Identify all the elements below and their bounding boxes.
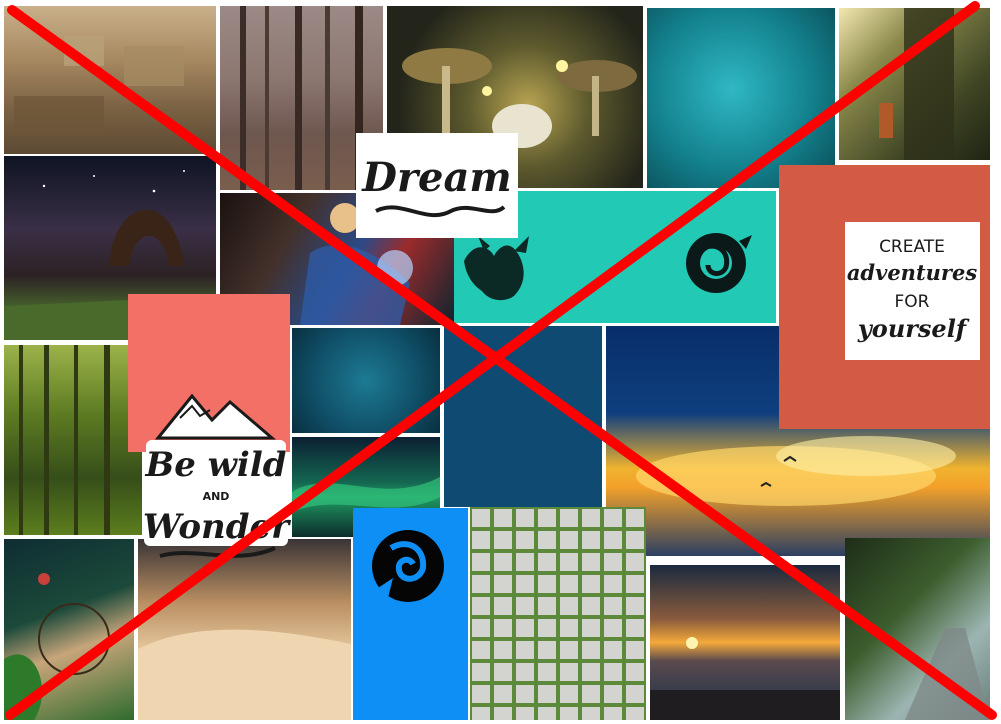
adv-line3: FOR xyxy=(895,292,930,312)
adv-line1: CREATE xyxy=(879,237,945,257)
dream-text: Dream xyxy=(361,154,511,201)
adv-line4: yourself xyxy=(857,314,970,343)
mood-board: Dream CREATE adventures FOR yourself Be … xyxy=(0,0,1001,724)
be-wild-sticker: Be wild AND Wonder xyxy=(140,388,292,568)
bewild-line1: Be wild xyxy=(144,445,286,485)
bewild-line3: Wonder xyxy=(143,507,291,547)
adventures-card: CREATE adventures FOR yourself xyxy=(845,222,980,360)
blue-block xyxy=(353,508,468,720)
dream-card: Dream xyxy=(356,133,518,238)
photo-green-forest xyxy=(4,345,142,535)
photo-jungle-path xyxy=(845,538,990,720)
photo-blue-texture xyxy=(292,328,440,433)
dragon-icon xyxy=(464,236,529,301)
bewild-line2: AND xyxy=(203,490,230,503)
photo-cliff-ruins xyxy=(4,6,216,154)
photo-sea-sunset xyxy=(650,565,840,720)
adv-line2: adventures xyxy=(847,260,978,285)
navy-block xyxy=(444,326,602,507)
photo-teal-texture xyxy=(647,8,835,188)
phoenix-icon xyxy=(372,530,444,602)
photo-monk-tree xyxy=(839,8,990,160)
photo-leaves-compass xyxy=(4,539,134,720)
mountain-icon xyxy=(154,393,277,440)
photo-stone-tiles xyxy=(470,507,646,720)
dragon-coil-icon xyxy=(686,233,752,293)
